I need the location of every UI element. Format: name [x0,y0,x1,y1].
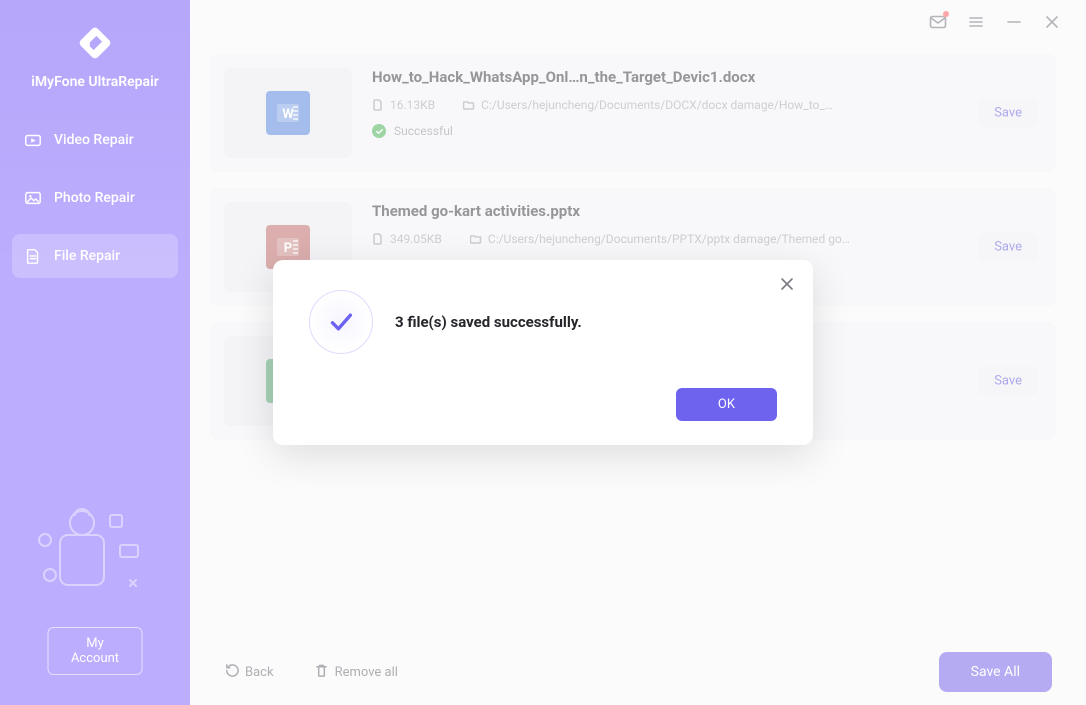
svg-text:P: P [284,241,292,256]
sidebar-item-label: Video Repair [54,132,134,148]
app-name: iMyFone UltraRepair [31,74,159,90]
file-size: 349.05KB [372,232,442,246]
file-title: Themed go-kart activities.pptx [372,202,1038,220]
file-card: W How_to_Hack_WhatsApp_Onl…n_the_Target_… [210,54,1056,172]
ok-button[interactable]: OK [676,388,777,421]
back-button[interactable]: Back [224,663,274,682]
dialog-close-button[interactable] [777,274,797,294]
video-icon [24,131,42,149]
bottom-bar: Back Remove all Save All [190,639,1086,705]
decorative-illustration [0,485,190,605]
save-button[interactable]: Save [978,99,1038,128]
trash-icon [314,663,329,682]
file-path: C:/Users/hejuncheng/Documents/PPTX/pptx … [470,232,850,246]
save-button[interactable]: Save [978,367,1038,396]
back-icon [224,663,239,682]
file-size: 16.13KB [372,98,435,112]
photo-icon [24,189,42,207]
save-all-button[interactable]: Save All [939,652,1052,692]
minimize-button[interactable] [1004,12,1024,32]
sidebar-item-file-repair[interactable]: File Repair [12,234,178,278]
remove-all-button[interactable]: Remove all [314,663,398,682]
file-icon [24,247,42,265]
sidebar-item-label: Photo Repair [54,190,135,206]
success-dialog: 3 file(s) saved successfully. OK [273,260,813,445]
folder-icon [463,99,475,111]
svg-text:W: W [282,107,294,122]
notification-dot [943,11,949,17]
file-path: C:/Users/hejuncheng/Documents/DOCX/docx … [463,98,833,112]
success-icon [372,124,386,138]
sidebar-item-video-repair[interactable]: Video Repair [12,118,178,162]
sidebar-item-label: File Repair [54,248,120,264]
file-status: Successful [372,124,1038,138]
file-title: How_to_Hack_WhatsApp_Onl…n_the_Target_De… [372,68,1038,86]
sidebar-nav: Video Repair Photo Repair File Repair [0,118,190,292]
success-check-icon [309,290,373,354]
document-icon [372,233,384,245]
folder-icon [470,233,482,245]
titlebar [190,0,1086,44]
file-thumbnail: W [224,68,352,158]
close-window-button[interactable] [1042,12,1062,32]
dialog-message: 3 file(s) saved successfully. [395,313,582,331]
app-logo [74,22,116,64]
menu-button[interactable] [966,12,986,32]
notifications-button[interactable] [928,12,948,32]
save-button[interactable]: Save [978,233,1038,262]
word-file-icon: W [266,91,310,135]
sidebar: iMyFone UltraRepair Video Repair Photo R… [0,0,190,705]
my-account-button[interactable]: My Account [48,627,143,675]
document-icon [372,99,384,111]
sidebar-item-photo-repair[interactable]: Photo Repair [12,176,178,220]
